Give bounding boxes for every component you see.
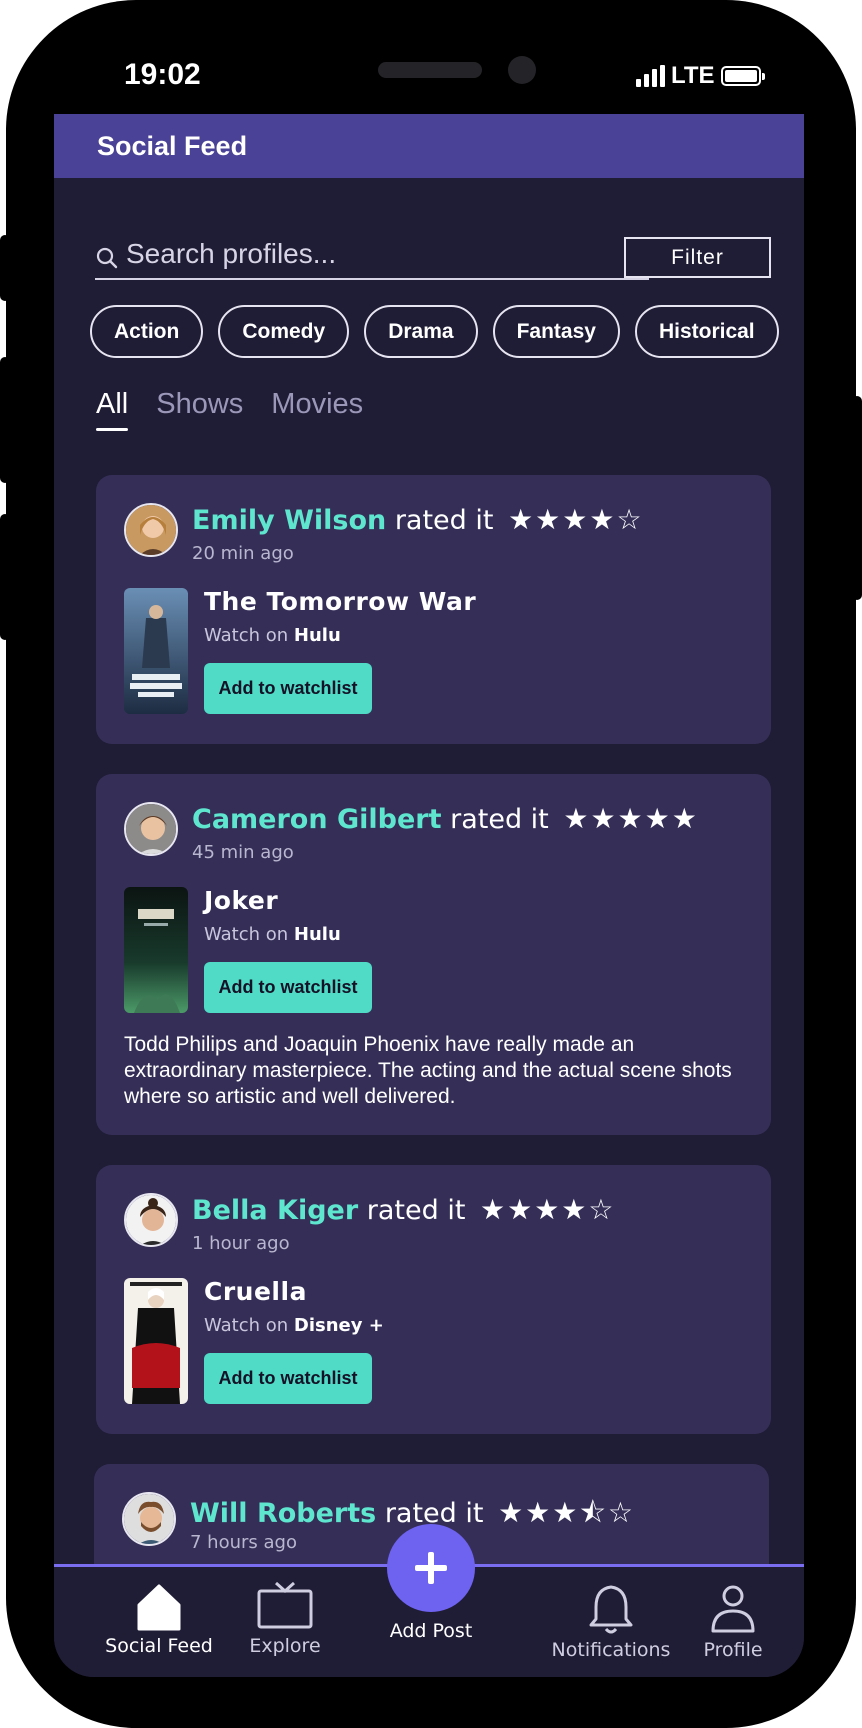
content-tabs: All Shows Movies [96,388,363,431]
user-icon [711,1585,755,1633]
watch-on-text: Watch on Hulu [204,924,341,945]
volume-down-button [0,514,10,640]
genre-chip-fantasy[interactable]: Fantasy [492,305,620,358]
tab-all[interactable]: All [96,388,129,431]
search-placeholder: Search profiles... [126,238,337,269]
poster-image[interactable] [124,887,188,1013]
platform-name[interactable]: Disney + [294,1315,384,1336]
battery-icon [720,66,765,86]
nav-label: Notifications [551,1639,671,1661]
poster-image[interactable] [124,1278,188,1404]
action-text: rated it [394,505,494,536]
feed-card: Bella Kiger rated it ★★★★☆ 1 hour ago Cr… [96,1165,771,1434]
nav-social-feed[interactable]: Social Feed [102,1581,216,1657]
timestamp: 45 min ago [192,842,294,863]
tv-icon [257,1581,313,1629]
avatar[interactable] [124,802,178,856]
movie-title[interactable]: Joker [204,886,278,915]
nav-label: Profile [703,1639,763,1661]
app-screen: Social Feed Search profiles... Filter Ac… [54,114,804,1677]
status-time: 19:02 [124,58,201,91]
action-text: rated it [450,804,549,835]
filter-button[interactable]: Filter [624,237,771,278]
add-to-watchlist-button[interactable]: Add to watchlist [204,1353,372,1404]
post-headline: Bella Kiger rated it ★★★★☆ [192,1193,616,1226]
avatar[interactable] [124,1193,178,1247]
add-to-watchlist-button[interactable]: Add to watchlist [204,663,372,714]
platform-name[interactable]: Hulu [294,625,341,646]
front-camera [508,56,536,84]
add-post-button[interactable] [387,1524,475,1612]
add-to-watchlist-button[interactable]: Add to watchlist [204,962,372,1013]
genre-chip-action[interactable]: Action [90,305,204,358]
volume-up-button [0,357,10,483]
feed-card: Emily Wilson rated it ★★★★☆ 20 min ago T… [96,475,771,744]
bell-icon [589,1585,633,1634]
username-link[interactable]: Cameron Gilbert [192,804,442,835]
genre-chip-comedy[interactable]: Comedy [218,305,350,358]
nav-profile[interactable]: Profile [685,1583,781,1661]
feed-card: Cameron Gilbert rated it ★★★★★ 45 min ag… [96,774,771,1135]
nav-label: Social Feed [105,1635,213,1657]
home-icon [137,1584,181,1631]
tab-shows[interactable]: Shows [156,388,243,427]
review-text: Todd Philips and Joaquin Phoenix have re… [124,1033,732,1108]
timestamp: 7 hours ago [190,1532,297,1553]
star-rating: ★★★★★ [563,802,699,835]
movie-title[interactable]: The Tomorrow War [204,587,476,616]
poster-image[interactable] [124,588,188,714]
status-indicators: LTE [636,62,765,90]
signal-icon [636,65,665,87]
timestamp: 1 hour ago [192,1233,290,1254]
nav-explore[interactable]: Explore [228,1581,342,1657]
star-rating: ★★★★☆ [480,1193,616,1226]
username-link[interactable]: Emily Wilson [192,505,386,536]
plus-icon [415,1552,447,1584]
post-headline: Emily Wilson rated it ★★★★☆ [192,503,644,536]
search-input[interactable]: Search profiles... [95,238,649,280]
genre-chip-historical[interactable]: Historical [634,305,779,358]
platform-name[interactable]: Hulu [294,924,341,945]
username-link[interactable]: Bella Kiger [192,1195,358,1226]
genre-chips: Action Comedy Drama Fantasy Historical [90,305,779,358]
search-icon [96,247,118,269]
network-label: LTE [671,62,715,89]
power-button [852,396,862,600]
avatar[interactable] [122,1492,176,1546]
timestamp: 20 min ago [192,543,294,564]
watch-on-text: Watch on Hulu [204,625,341,646]
genre-chip-drama[interactable]: Drama [364,305,478,358]
page-title: Social Feed [97,131,248,161]
mute-switch [0,235,10,301]
post-headline: Cameron Gilbert rated it ★★★★★ [192,802,699,835]
earpiece [378,62,482,78]
nav-notifications[interactable]: Notifications [541,1583,681,1661]
nav-label: Explore [249,1635,321,1657]
action-text: rated it [366,1195,466,1226]
add-post-label: Add Post [389,1620,473,1642]
tab-movies[interactable]: Movies [271,388,363,427]
watch-on-text: Watch on Disney + [204,1315,384,1336]
avatar[interactable] [124,503,178,557]
star-rating: ★★★⯪☆ [498,1496,635,1529]
star-rating: ★★★★☆ [508,503,644,536]
app-bar: Social Feed [54,114,804,178]
movie-title[interactable]: Cruella [204,1277,307,1306]
username-link[interactable]: Will Roberts [190,1498,376,1529]
